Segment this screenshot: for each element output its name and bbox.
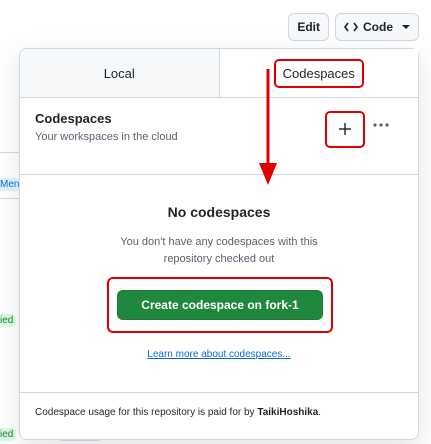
tab-codespaces-label: Codespaces — [273, 58, 364, 88]
background-status-chip: ied — [0, 428, 17, 441]
background-divider — [0, 152, 20, 153]
tab-local[interactable]: Local — [20, 49, 220, 97]
plus-icon — [338, 121, 352, 139]
billing-footer: Codespace usage for this repository is p… — [35, 407, 321, 418]
code-button[interactable]: Code — [335, 13, 419, 41]
background-status-chip: ied — [0, 314, 17, 327]
learn-more-link[interactable]: Learn more about codespaces... — [20, 349, 418, 360]
code-dropdown-panel: Local Codespaces Codespaces Your workspa… — [19, 48, 419, 440]
tab-bar: Local Codespaces — [20, 49, 418, 98]
create-codespace-button[interactable]: Create codespace on fork-1 — [117, 290, 323, 320]
background-divider — [0, 198, 20, 199]
top-toolbar: Edit Code — [288, 13, 419, 41]
codespaces-title: Codespaces — [35, 111, 112, 126]
create-codespace-highlight: Create codespace on fork-1 — [107, 277, 333, 333]
background-page: Men ied ied — [0, 0, 23, 444]
footer-period: . — [318, 407, 322, 418]
tab-local-label: Local — [103, 65, 135, 81]
empty-state-title: No codespaces — [167, 204, 271, 220]
edit-button[interactable]: Edit — [288, 13, 329, 41]
code-icon — [344, 22, 358, 32]
kebab-horizontal-icon[interactable] — [372, 115, 390, 133]
caret-down-icon — [402, 25, 410, 29]
new-codespace-button[interactable] — [325, 111, 365, 148]
tab-codespaces[interactable]: Codespaces — [219, 49, 418, 97]
footer-text: Codespace usage for this repository is p… — [35, 407, 258, 418]
edit-button-label: Edit — [297, 20, 320, 34]
codespaces-header: Codespaces Your workspaces in the cloud — [35, 111, 178, 143]
codespaces-subtitle: Your workspaces in the cloud — [35, 131, 178, 143]
section-divider — [20, 174, 418, 175]
code-button-label: Code — [363, 20, 393, 34]
billing-owner: TaikiHoshika — [257, 407, 319, 418]
empty-state-description: You don't have any codespaces with this … — [120, 236, 318, 265]
footer-divider — [20, 392, 418, 393]
annotation-arrow-icon — [259, 69, 277, 185]
